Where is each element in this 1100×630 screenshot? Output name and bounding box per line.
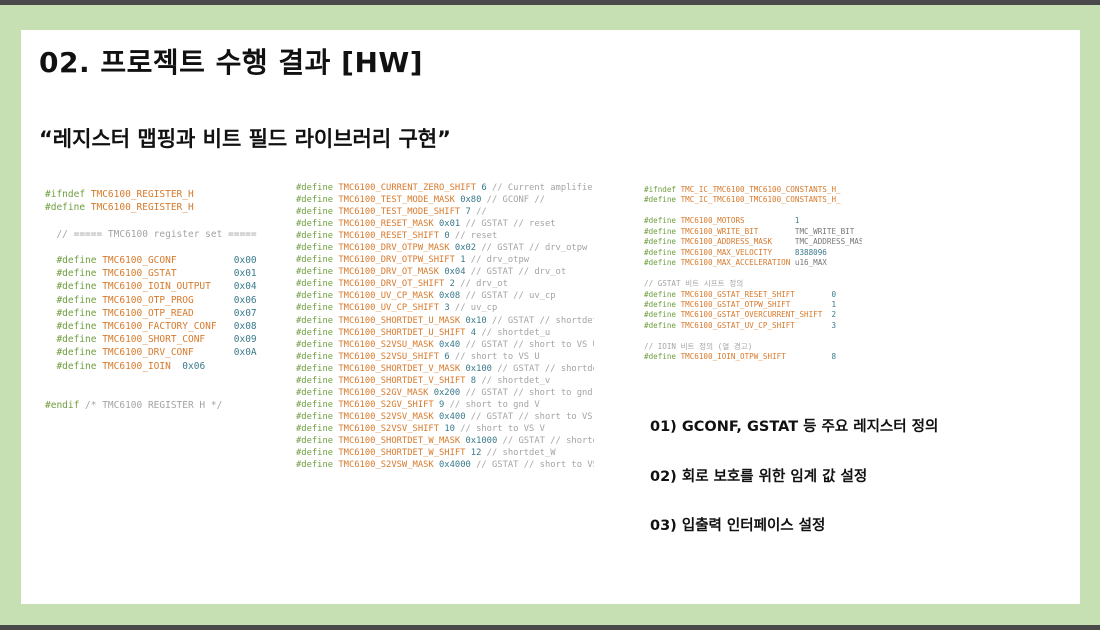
code-line: // GSTAT 비트 시프트 정의: [644, 279, 744, 289]
code-line: #define TMC6100_IOIN_OUTPUT 0x04: [45, 281, 257, 293]
code-line: #define TMC6100_DRV_OT_SHIFT 2 // drv_ot: [296, 279, 508, 290]
code-line: #define TMC6100_TEST_MODE_SHIFT 7 //: [296, 207, 487, 218]
code-line: #define TMC6100_DRV_CONF 0x0A: [45, 347, 257, 359]
code-line: #define TMC6100_DRV_OTPW_MASK 0x02 // GS…: [296, 243, 588, 254]
summary-item-io-interface: 03) 입출력 인터페이스 설정: [650, 518, 826, 534]
code-line: #define TMC6100_GSTAT_RESET_SHIFT 0: [644, 289, 837, 299]
code-line: #define TMC6100_GCONF 0x00: [45, 255, 257, 267]
code-line: #define TMC6100_S2VSV_SHIFT 10 // short …: [296, 423, 545, 434]
code-line: #define TMC6100_REGISTER_H: [45, 202, 194, 214]
code-line: #endif /* TMC6100 REGISTER H */: [45, 400, 223, 412]
code-line: #define TMC6100_IOIN_OTPW_SHIFT 8: [644, 352, 837, 362]
code-line: #define TMC6100_OTP_READ 0x07: [45, 307, 257, 319]
code-line: #define TMC6100_ADDRESS_MASK TMC_ADDRESS…: [644, 237, 862, 247]
code-line: #ifndef TMC6100_REGISTER_H: [45, 189, 194, 200]
code-line: #define TMC6100_GSTAT_UV_CP_SHIFT 3: [644, 320, 837, 330]
slide-subtitle: “레지스터 맵핑과 비트 필드 라이브러리 구현”: [39, 127, 451, 151]
code-line: #define TMC6100_DRV_OTPW_SHIFT 1 // drv_…: [296, 255, 530, 266]
code-line: #define TMC6100_SHORTDET_V_SHIFT 8 // sh…: [296, 375, 551, 386]
code-line: #define TMC6100_UV_CP_SHIFT 3 // uv_cp: [296, 303, 498, 314]
code-register-map: #ifndef TMC6100_REGISTER_H #define TMC610…: [45, 188, 257, 412]
code-line: #define TMC6100_S2VSV_MASK 0x400 // GSTA…: [296, 411, 594, 422]
code-line: #define TMC6100_S2GV_SHIFT 9 // short to…: [296, 399, 540, 410]
code-line: #define TMC6100_SHORT_CONF 0x09: [45, 334, 257, 346]
bottom-border: [0, 625, 1100, 630]
code-line: #define TMC6100_OTP_PROG 0x06: [45, 294, 257, 306]
code-constants: #ifndef TMC_IC_TMC6100_TMC6100_CONSTANTS…: [644, 185, 862, 363]
code-line: #define TMC6100_SHORTDET_W_MASK 0x1000 /…: [296, 435, 594, 446]
code-line: #define TMC6100_S2VSW_MASK 0x4000 // GST…: [296, 460, 594, 471]
code-line: #ifndef TMC_IC_TMC6100_TMC6100_CONSTANTS…: [644, 185, 841, 194]
code-line: #define TMC6100_S2VSU_MASK 0x40 // GSTAT…: [296, 339, 594, 350]
code-line: // IOIN 비트 정의 (열 경고): [644, 341, 753, 351]
code-line: #define TMC6100_MAX_VELOCITY 8388096: [644, 247, 827, 257]
code-bitfield-definitions: #define TMC6100_CURRENT_ZERO_SHIFT 6 // …: [296, 182, 594, 471]
code-line: #define TMC6100_GSTAT_OVERCURRENT_SHIFT …: [644, 310, 837, 320]
top-border: [0, 0, 1100, 5]
code-line: #define TMC6100_UV_CP_MASK 0x08 // GSTAT…: [296, 291, 556, 302]
slide-title: 02. 프로젝트 수행 결과 [HW]: [39, 46, 424, 79]
code-line: #define TMC6100_S2VSU_SHIFT 6 // short t…: [296, 351, 540, 362]
code-line: #define TMC6100_GSTAT 0x01: [45, 268, 257, 280]
code-line: #define TMC6100_TEST_MODE_MASK 0x80 // G…: [296, 195, 545, 206]
code-line: #define TMC6100_DRV_OT_MASK 0x04 // GSTA…: [296, 267, 567, 278]
code-line: #define TMC6100_GSTAT_OTPW_SHIFT 1: [644, 299, 837, 309]
code-line: #define TMC6100_CURRENT_ZERO_SHIFT 6 // …: [296, 183, 594, 193]
code-line: // ===== TMC6100 register set =====: [45, 228, 257, 240]
code-line: #define TMC6100_WRITE_BIT TMC_WRITE_BIT: [644, 226, 855, 236]
code-line: #define TMC6100_SHORTDET_U_MASK 0x10 // …: [296, 315, 594, 326]
code-line: #define TMC6100_IOIN 0x06: [45, 360, 206, 372]
code-line: #define TMC_IC_TMC6100_TMC6100_CONSTANTS…: [644, 195, 841, 205]
code-line: #define TMC6100_SHORTDET_V_MASK 0x100 //…: [296, 363, 594, 374]
code-line: #define TMC6100_S2GV_MASK 0x200 // GSTAT…: [296, 387, 594, 398]
summary-list: 01) GCONF, GSTAT 등 주요 레지스터 정의 02) 회로 보호를…: [650, 415, 938, 564]
code-line: #define TMC6100_MOTORS 1: [644, 216, 800, 226]
summary-item-thresholds: 02) 회로 보호를 위한 임계 값 설정: [650, 468, 868, 485]
summary-item-registers: 01) GCONF, GSTAT 등 주요 레지스터 정의: [650, 419, 939, 435]
slide-canvas: 02. 프로젝트 수행 결과 [HW] “레지스터 맵핑과 비트 필드 라이브러…: [21, 30, 1080, 604]
code-line: #define TMC6100_RESET_MASK 0x01 // GSTAT…: [296, 219, 556, 230]
code-line: #define TMC6100_MAX_ACCELERATION u16_MAX: [644, 258, 827, 268]
code-line: #define TMC6100_SHORTDET_W_SHIFT 12 // s…: [296, 448, 556, 459]
code-line: #define TMC6100_RESET_SHIFT 0 // reset: [296, 231, 498, 242]
code-line: #define TMC6100_SHORTDET_U_SHIFT 4 // sh…: [296, 327, 551, 338]
code-line: #define TMC6100_FACTORY_CONF 0x08: [45, 321, 257, 333]
